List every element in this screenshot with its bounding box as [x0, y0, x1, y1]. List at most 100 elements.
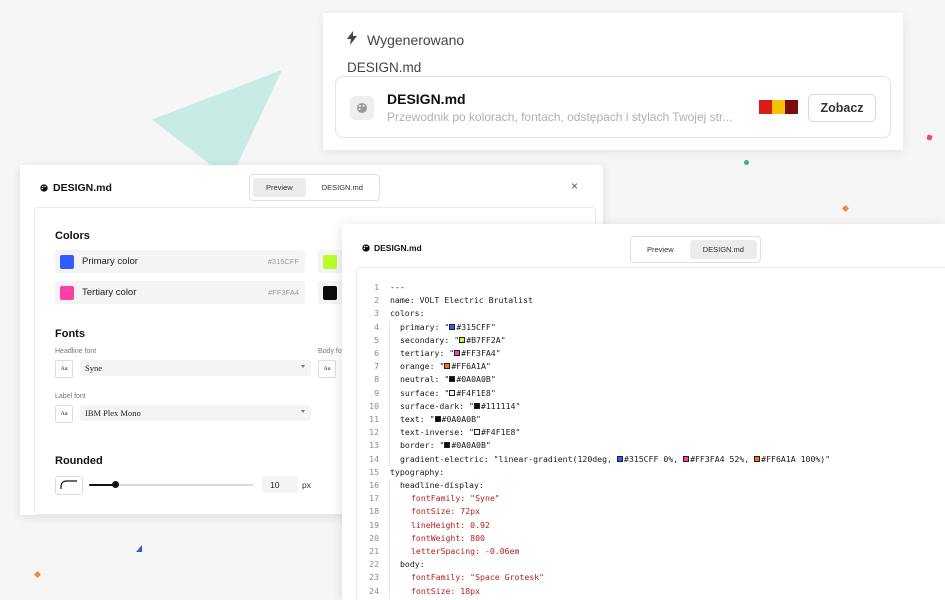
- color-swatch: [449, 389, 456, 396]
- code-token: #FF3FA4: [461, 348, 496, 359]
- palette-icon: [362, 244, 370, 252]
- code-token: fontFamily: "Syne": [411, 493, 500, 504]
- color-swatch: [434, 416, 441, 423]
- tab-preview[interactable]: Preview: [253, 178, 306, 197]
- view-button[interactable]: Zobacz: [808, 94, 876, 122]
- code-token: #0A0A0B: [456, 374, 491, 385]
- line-number: 23: [369, 572, 379, 583]
- color-row-primary[interactable]: Primary color #315CFF: [55, 250, 305, 273]
- line-number: 6: [374, 348, 379, 359]
- color-preview-swatches: [759, 100, 798, 114]
- code-line: 7 orange: " #FF6A1A": [357, 360, 830, 374]
- label-font-select[interactable]: IBM Plex Mono: [80, 405, 311, 421]
- quote: ": [515, 427, 521, 438]
- color-swatch: [454, 350, 461, 357]
- line-number: 20: [369, 532, 379, 543]
- line-text: letterSpacing: -0.06em: [389, 545, 520, 559]
- line-number: 21: [369, 546, 379, 557]
- font-preview-icon: Aa: [55, 360, 73, 378]
- code-token: #111114: [480, 400, 516, 411]
- line-text: text-inverse: " #F4F1E8": [389, 426, 521, 440]
- line-text: name: VOLT Electric Brutalist: [389, 294, 533, 307]
- view-tabs: Preview DESIGN.md: [630, 236, 761, 263]
- line-text: orange: " #FF6A1A": [389, 360, 491, 374]
- select-value: Syne: [85, 363, 102, 373]
- color-swatch: [473, 402, 480, 409]
- quote: ": [476, 414, 481, 425]
- code-line: 24 fontSize: 18px: [357, 584, 830, 598]
- decorative-dot: [926, 134, 933, 141]
- tab-design-md[interactable]: DESIGN.md: [309, 178, 376, 197]
- code-token: typography:: [390, 466, 445, 477]
- code-line: 10 surface-dark: " #111114": [357, 399, 830, 414]
- line-text: fontFamily: "Space Grotesk": [389, 571, 544, 585]
- tab-design-md[interactable]: DESIGN.md: [689, 240, 757, 259]
- code-line: 20 fontWeight: 800: [357, 531, 830, 546]
- code-line: 17 fontFamily: "Syne": [357, 492, 830, 506]
- headline-font-select[interactable]: Syne: [80, 360, 311, 376]
- code-token: primary:: [400, 321, 445, 332]
- code-line: 22 body:: [357, 558, 830, 572]
- color-row-tertiary[interactable]: Tertiary color #FF3FA4: [55, 281, 305, 304]
- line-text: lineHeight: 0.92: [389, 518, 490, 532]
- code-line: 9 surface: " #F4F1E8": [357, 386, 830, 400]
- fonts-heading: Fonts: [55, 328, 85, 340]
- quote: ": [490, 387, 496, 398]
- code-token: gradient-electric:: [400, 453, 494, 464]
- code-token: #315CFF: [456, 321, 491, 332]
- color-chip: [323, 255, 337, 269]
- code-line: 21 letterSpacing: -0.06em: [357, 545, 830, 559]
- code-token: orange:: [400, 361, 440, 372]
- quote: ": [485, 361, 491, 372]
- code-line: 12 text-inverse: " #F4F1E8": [357, 426, 830, 440]
- line-number: 17: [369, 493, 379, 504]
- rounded-slider[interactable]: [89, 481, 253, 488]
- code-token: lineHeight: 0.92: [411, 519, 490, 530]
- code-token: #F4F1E8: [456, 387, 491, 398]
- code-editor[interactable]: 1 --- 2 name: VOLT Electric Brutalist 3 color…: [356, 267, 945, 600]
- line-text: fontFamily: "Syne": [389, 492, 500, 506]
- close-icon[interactable]: ×: [571, 179, 578, 193]
- code-token: #FF6A1A: [451, 361, 486, 372]
- rounded-value-input[interactable]: 10: [262, 476, 298, 493]
- code-token: "linear-gradient(120deg,: [493, 453, 617, 464]
- color-hex: #FF3FA4: [268, 288, 299, 297]
- code-token: #0A0A0B: [451, 440, 486, 451]
- code-token: name: VOLT Electric Brutalist: [390, 295, 533, 306]
- decorative-dot: [841, 204, 850, 213]
- code-token: body:: [400, 559, 425, 570]
- file-item[interactable]: DESIGN.md Przewodnik po kolorach, fontac…: [335, 76, 891, 138]
- code-token: text-inverse:: [400, 427, 470, 438]
- color-name: Tertiary color: [82, 287, 137, 298]
- design-md-window: DESIGN.md Preview DESIGN.md 1 --- 2 name: V…: [342, 224, 945, 600]
- view-tabs: Preview DESIGN.md: [249, 174, 380, 201]
- line-number: 18: [369, 506, 379, 517]
- color-name: Primary color: [82, 256, 138, 267]
- line-number: 8: [374, 374, 379, 385]
- line-text: tertiary: " #FF3FA4": [389, 347, 501, 361]
- code-line: 16 headline-display:: [357, 479, 830, 493]
- line-number: 12: [369, 427, 379, 438]
- color-swatch: [449, 323, 456, 330]
- line-text: fontSize: 72px: [389, 505, 481, 519]
- code-token: ---: [390, 282, 405, 292]
- line-number: 19: [369, 519, 379, 530]
- slider-handle[interactable]: [111, 481, 119, 488]
- chevron-down-icon: [301, 365, 305, 368]
- code-token: letterSpacing: -0.06em: [411, 546, 520, 557]
- color-chip: [323, 286, 337, 300]
- line-text: colors:: [389, 307, 425, 320]
- color-chip: [60, 255, 74, 269]
- tab-preview[interactable]: Preview: [634, 240, 687, 259]
- rounded-unit: px: [302, 480, 311, 490]
- quote: ": [490, 321, 496, 332]
- line-number: 22: [369, 559, 379, 570]
- code-token: surface-dark:: [400, 400, 470, 411]
- status-label: Wygenerowano: [367, 32, 465, 48]
- window-title-text: DESIGN.md: [53, 182, 112, 194]
- decorative-dot: [33, 570, 42, 579]
- code-token: #F4F1E8: [480, 427, 516, 438]
- code-token: fontSize: 72px: [411, 506, 481, 517]
- headline-font-label: Headline font: [55, 348, 97, 355]
- line-number: 11: [369, 414, 379, 425]
